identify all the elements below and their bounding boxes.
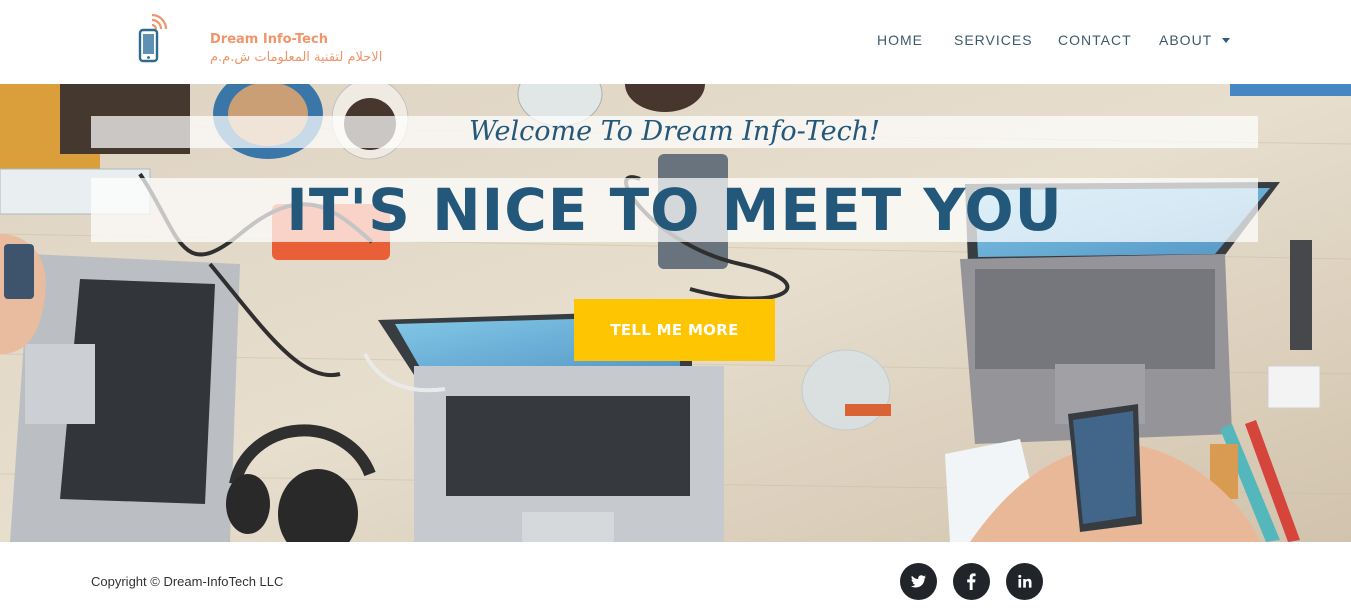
- nav-about[interactable]: ABOUT: [1159, 32, 1231, 48]
- hero-headline: IT'S NICE TO MEET YOU: [286, 176, 1063, 244]
- caret-down-icon[interactable]: [1222, 37, 1231, 43]
- facebook-icon: [967, 573, 976, 590]
- twitter-icon: [910, 575, 926, 588]
- nav-home[interactable]: HOME: [877, 32, 923, 48]
- brand-name: Dream Info-Tech: [210, 32, 328, 47]
- nav-contact[interactable]: CONTACT: [1058, 32, 1132, 48]
- hero-section: Welcome To Dream Info-Tech! IT'S NICE TO…: [0, 84, 1351, 542]
- tell-me-more-button[interactable]: TELL ME MORE: [574, 299, 775, 361]
- brand-logo-link[interactable]: Dream Info-Tech الاحلام لتقنية المعلومات…: [136, 14, 396, 66]
- site-footer: Copyright © Dream-InfoTech LLC: [0, 542, 1351, 615]
- nav-about-label: ABOUT: [1159, 32, 1213, 48]
- nav-services[interactable]: SERVICES: [954, 32, 1033, 48]
- headline-banner: IT'S NICE TO MEET YOU: [91, 178, 1258, 242]
- site-header: Dream Info-Tech الاحلام لتقنية المعلومات…: [0, 0, 1351, 84]
- linkedin-link[interactable]: [1006, 563, 1043, 600]
- welcome-heading: Welcome To Dream Info-Tech!: [469, 116, 880, 147]
- copyright-text: Copyright © Dream-InfoTech LLC: [91, 574, 284, 589]
- twitter-link[interactable]: [900, 563, 937, 600]
- facebook-link[interactable]: [953, 563, 990, 600]
- brand-subtitle-arabic: الاحلام لتقنية المعلومات ش.م.م: [210, 50, 383, 65]
- mobile-phone-signal-icon: [138, 14, 168, 63]
- welcome-banner: Welcome To Dream Info-Tech!: [91, 116, 1258, 148]
- linkedin-icon: [1018, 574, 1032, 588]
